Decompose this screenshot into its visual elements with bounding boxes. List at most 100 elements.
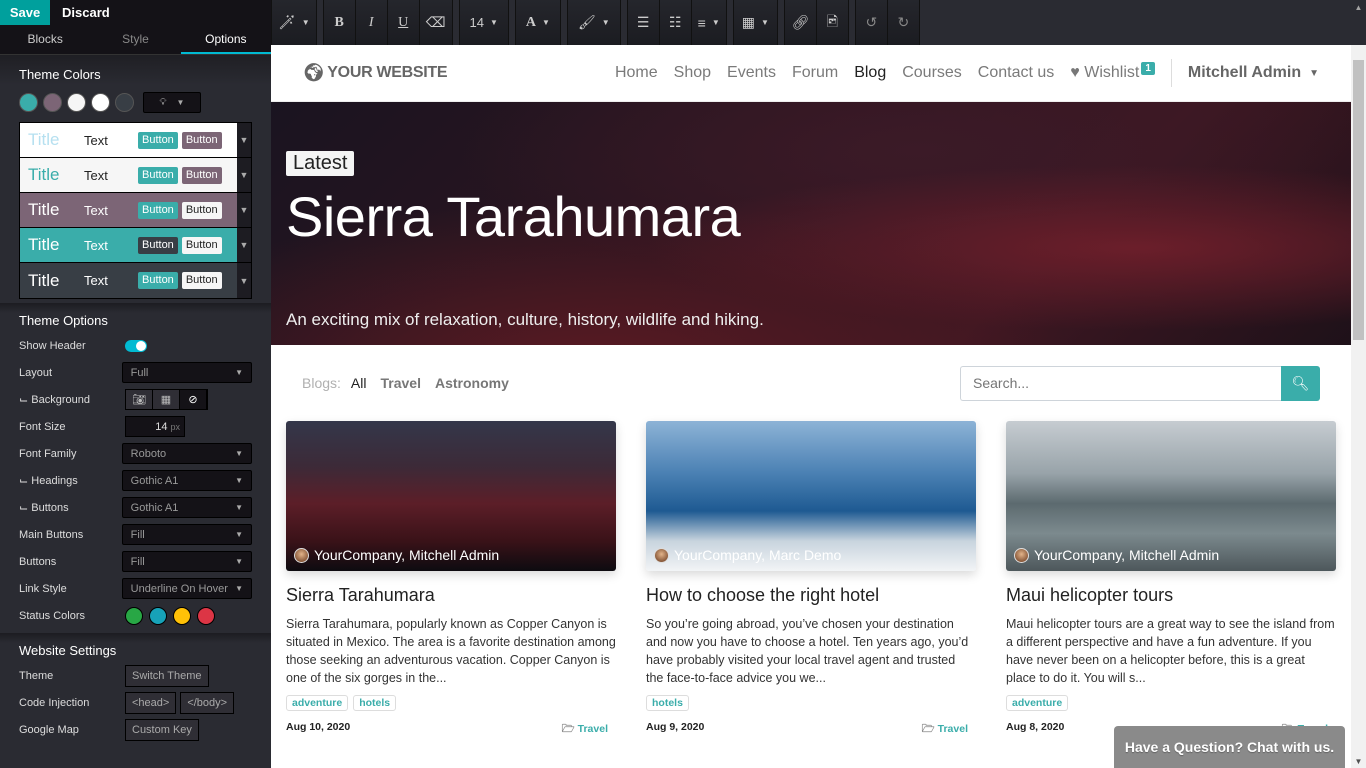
media-button[interactable]: 🖻: [816, 0, 849, 45]
chevron-down-icon[interactable]: ▼: [237, 123, 251, 157]
scroll-down-arrow[interactable]: ▼: [1351, 757, 1366, 766]
live-chat-button[interactable]: Have a Question? Chat with us.: [1114, 726, 1345, 768]
preset-button-primary: Button: [138, 131, 178, 149]
bold-button[interactable]: B: [323, 0, 356, 45]
chevron-down-icon: ▼: [235, 449, 243, 458]
nav-shop[interactable]: Shop: [674, 64, 711, 82]
nav-events[interactable]: Events: [727, 64, 776, 82]
color-swatch-dark[interactable]: [115, 93, 134, 112]
post-category[interactable]: 🗁Travel: [562, 721, 616, 739]
link-button[interactable]: 🔗︎: [784, 0, 817, 45]
layout-select[interactable]: Full ▼: [121, 362, 252, 383]
scroll-up-arrow[interactable]: ▲: [1351, 3, 1366, 12]
nav-wishlist[interactable]: ♥ Wishlist 1: [1070, 62, 1155, 82]
font-family-select[interactable]: Roboto ▼: [121, 443, 252, 464]
underline-button[interactable]: U: [387, 0, 420, 45]
scrollbar-thumb[interactable]: [1353, 60, 1364, 340]
tab-options[interactable]: Options: [180, 25, 271, 54]
user-menu[interactable]: Mitchell Admin ▼: [1188, 64, 1319, 82]
highlight-color-dropdown[interactable]: 🖌︎ ▼: [567, 0, 621, 45]
nav-home[interactable]: Home: [615, 64, 658, 82]
main-buttons-select[interactable]: Fill ▼: [121, 524, 252, 545]
font-size-dropdown[interactable]: 14 ▼: [459, 0, 509, 45]
color-swatch-secondary[interactable]: [43, 93, 62, 112]
font-size-input[interactable]: 14 px: [125, 416, 185, 437]
post-title[interactable]: Sierra Tarahumara: [286, 585, 616, 606]
color-preset[interactable]: Title Text Button Button ▼: [20, 228, 251, 263]
redo-button[interactable]: ↻: [887, 0, 920, 45]
buttons-font-select[interactable]: Gothic A1 ▼: [121, 497, 252, 518]
nav-courses[interactable]: Courses: [902, 64, 962, 82]
bullet-list-button[interactable]: ☰: [627, 0, 660, 45]
undo-button[interactable]: ↺: [855, 0, 888, 45]
nav-blog[interactable]: Blog: [854, 64, 886, 82]
chevron-down-icon[interactable]: ▼: [237, 263, 251, 298]
save-button[interactable]: Save: [0, 0, 50, 25]
link-style-select[interactable]: Underline On Hover ▼: [121, 578, 252, 599]
eraser-icon: ⌫: [425, 14, 446, 30]
head-code-button[interactable]: <head>: [125, 691, 177, 714]
text-color-dropdown[interactable]: A ▼: [515, 0, 561, 45]
page-scrollbar[interactable]: ▲ ▼: [1351, 3, 1366, 768]
color-swatch-light[interactable]: [67, 93, 86, 112]
tag-badge[interactable]: hotels: [646, 695, 689, 711]
post-category[interactable]: 🗁Travel: [922, 721, 976, 739]
status-color-danger[interactable]: [197, 606, 215, 625]
avatar: [654, 547, 669, 563]
camera-icon[interactable]: 📷︎: [126, 390, 153, 409]
buttons-style-select[interactable]: Fill ▼: [121, 551, 252, 572]
blog-post-card[interactable]: YourCompany, Marc Demo How to choose the…: [646, 421, 976, 739]
clear-format-button[interactable]: ⌫: [419, 0, 453, 45]
align-dropdown[interactable]: ≡ ▼: [691, 0, 727, 45]
custom-key-button[interactable]: Custom Key: [125, 718, 199, 741]
color-preset[interactable]: Title Text Button Button ▼: [20, 263, 251, 298]
italic-button[interactable]: I: [355, 0, 388, 45]
post-tags: hotels: [646, 695, 976, 711]
pattern-icon[interactable]: ▦: [153, 390, 180, 409]
post-title[interactable]: Maui helicopter tours: [1006, 585, 1336, 606]
post-cover-image[interactable]: YourCompany, Marc Demo: [646, 421, 976, 571]
switch-theme-button[interactable]: Switch Theme: [125, 664, 209, 687]
filter-all[interactable]: All: [351, 375, 367, 391]
ban-icon[interactable]: ⊘: [180, 390, 207, 409]
tag-badge[interactable]: hotels: [353, 695, 397, 711]
body-code-button[interactable]: </body>: [180, 691, 235, 714]
filter-travel[interactable]: Travel: [380, 375, 420, 391]
chevron-down-icon[interactable]: ▼: [237, 193, 251, 227]
discard-button[interactable]: Discard: [50, 0, 122, 25]
post-author: YourCompany, Marc Demo: [654, 547, 841, 563]
search-button[interactable]: 🔍︎: [1281, 365, 1320, 401]
headings-font-select[interactable]: Gothic A1 ▼: [121, 470, 252, 491]
post-excerpt: So you’re going abroad, you’ve chosen yo…: [646, 617, 969, 685]
table-dropdown[interactable]: ▦ ▼: [733, 0, 778, 45]
nav-contact[interactable]: Contact us: [978, 64, 1054, 82]
filter-astronomy[interactable]: Astronomy: [435, 375, 509, 391]
numbered-list-button[interactable]: ☷: [659, 0, 692, 45]
status-color-success[interactable]: [125, 606, 143, 625]
blog-post-card[interactable]: YourCompany, Mitchell Admin Sierra Tarah…: [286, 421, 616, 739]
nav-forum[interactable]: Forum: [792, 64, 838, 82]
tag-badge[interactable]: adventure: [286, 695, 349, 711]
color-preset[interactable]: Title Text Button Button ▼: [20, 193, 251, 228]
status-color-warning[interactable]: [173, 606, 191, 625]
post-title[interactable]: How to choose the right hotel: [646, 585, 976, 606]
magic-wand-dropdown[interactable]: 🪄︎ ▼: [272, 0, 317, 45]
chevron-down-icon[interactable]: ▼: [237, 158, 251, 192]
palette-dropdown[interactable]: 💡︎ ▼: [143, 92, 201, 113]
color-preset[interactable]: Title Text Button Button ▼: [20, 158, 251, 193]
color-swatch-white[interactable]: [91, 93, 110, 112]
post-cover-image[interactable]: YourCompany, Mitchell Admin: [286, 421, 616, 571]
show-header-toggle[interactable]: [125, 339, 147, 352]
hero-title[interactable]: Sierra Tarahumara: [286, 184, 741, 249]
color-swatch-primary[interactable]: [19, 93, 38, 112]
tag-badge[interactable]: adventure: [1006, 695, 1069, 711]
tab-style[interactable]: Style: [90, 25, 180, 54]
status-color-info[interactable]: [149, 606, 167, 625]
color-preset[interactable]: Title Text Button Button ▼: [20, 123, 251, 158]
tab-blocks[interactable]: Blocks: [0, 25, 90, 54]
chevron-down-icon[interactable]: ▼: [237, 228, 251, 262]
post-cover-image[interactable]: YourCompany, Mitchell Admin: [1006, 421, 1336, 571]
blog-post-card[interactable]: YourCompany, Mitchell Admin Maui helicop…: [1006, 421, 1336, 739]
site-logo[interactable]: 🌍︎ YOUR WEBSITE: [303, 63, 553, 83]
search-input[interactable]: [960, 365, 1281, 401]
